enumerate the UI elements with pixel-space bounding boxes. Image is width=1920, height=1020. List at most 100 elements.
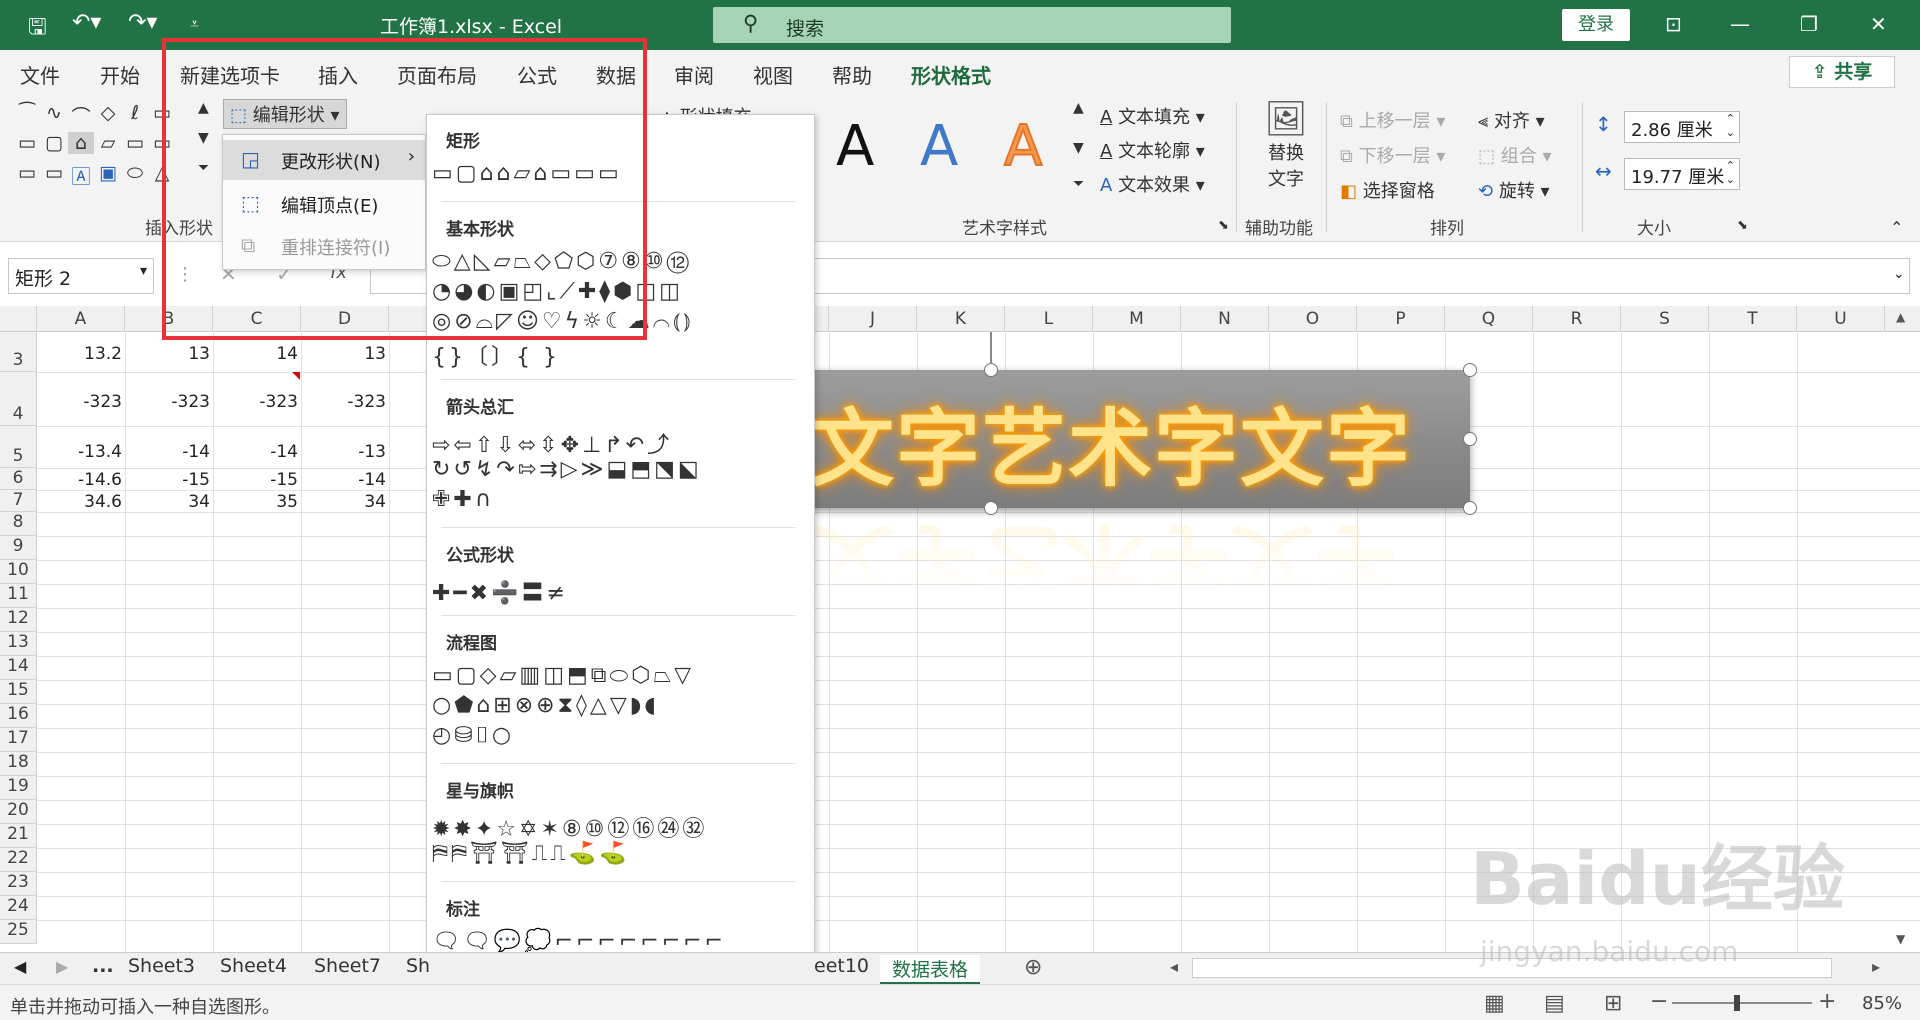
wordart-dialog-launcher-icon[interactable]: ⬊ xyxy=(1218,218,1229,233)
wordart-style-blue[interactable]: A xyxy=(920,114,958,179)
cell[interactable]: -15 xyxy=(125,470,210,490)
row-header[interactable]: 25 xyxy=(0,920,37,944)
shape-rounded-rect-icon[interactable]: ▢ xyxy=(41,132,67,154)
save-icon[interactable]: 🖫 xyxy=(28,10,47,48)
sheet-tab-active[interactable]: 数据表格 xyxy=(880,955,981,985)
align-button[interactable]: ⫷ 对齐 ▾ xyxy=(1478,107,1545,133)
column-header[interactable]: J xyxy=(829,306,917,332)
row-header[interactable]: 13 xyxy=(0,632,37,656)
bring-forward-button[interactable]: ⧉ 上移一层 ▾ xyxy=(1340,107,1445,133)
row-header[interactable]: 18 xyxy=(0,752,37,776)
zoom-slider[interactable] xyxy=(1672,1002,1812,1004)
rotate-button[interactable]: ⟲ 旋转 ▾ xyxy=(1478,177,1550,203)
hscroll-left-icon[interactable]: ◂ xyxy=(1170,957,1178,976)
shape-snip2-icon[interactable]: ▭ xyxy=(122,132,148,154)
prev-sheet-icon[interactable]: ◀ xyxy=(14,957,26,976)
collapse-ribbon-icon[interactable]: ⌃ xyxy=(1890,218,1903,237)
close-icon[interactable]: ✕ xyxy=(1870,12,1887,36)
column-header[interactable]: K xyxy=(917,306,1005,332)
cell[interactable]: 14 xyxy=(213,344,298,364)
arrow-shapes-row[interactable]: ↻↺↯↷⇰⇉▷≫⬓⬒⬔⬕ xyxy=(432,457,702,482)
height-input[interactable]: 2.86 厘米 ⌃ ⌄ xyxy=(1624,111,1740,143)
cell[interactable]: 13 xyxy=(125,344,210,364)
tab-view[interactable]: 视图 xyxy=(753,60,793,89)
name-box-dropdown-icon[interactable]: ▾ xyxy=(140,263,147,279)
sheet-tab[interactable]: Sheet4 xyxy=(220,955,287,977)
row-header[interactable]: 20 xyxy=(0,800,37,824)
zoom-slider-thumb[interactable] xyxy=(1734,995,1740,1011)
wordart-style-orange[interactable]: A xyxy=(1003,113,1043,180)
column-header[interactable]: N xyxy=(1181,306,1269,332)
tab-help[interactable]: 帮助 xyxy=(832,60,872,89)
alt-text-button[interactable]: 🖼 替换 文字 xyxy=(1254,99,1318,191)
row-header[interactable]: 14 xyxy=(0,656,37,680)
redo-icon[interactable]: ↷▾ xyxy=(128,10,157,35)
column-header[interactable]: M xyxy=(1093,306,1181,332)
sheet-tab[interactable]: Sheet7 xyxy=(314,955,381,977)
wordart-style-black[interactable]: A xyxy=(836,114,874,179)
flowchart-shapes-row[interactable]: ◴⛁⌷○ xyxy=(432,723,514,748)
row-header[interactable]: 16 xyxy=(0,704,37,728)
ribbon-display-icon[interactable]: ⊡ xyxy=(1665,12,1682,36)
resize-handle[interactable] xyxy=(1463,501,1477,515)
zoom-level[interactable]: 85% xyxy=(1862,993,1902,1014)
row-header[interactable]: 21 xyxy=(0,824,37,848)
cell[interactable]: 35 xyxy=(213,492,298,512)
scroll-down-icon[interactable]: ▼ xyxy=(1896,932,1905,946)
column-header[interactable]: T xyxy=(1709,306,1797,332)
resize-handle[interactable] xyxy=(984,363,998,377)
tab-home[interactable]: 开始 xyxy=(100,60,140,89)
sheet-tab[interactable]: eet10 xyxy=(814,955,869,977)
cell[interactable]: -13 xyxy=(301,442,386,462)
hscroll-right-icon[interactable]: ▸ xyxy=(1872,957,1880,976)
cell[interactable]: 34 xyxy=(125,492,210,512)
tab-file[interactable]: 文件 xyxy=(20,60,60,89)
callout-shapes-row[interactable]: 🗨🗨💬💭⌐⌐⌐⌐⌐⌐⌐⌐ xyxy=(432,929,726,954)
resize-handle[interactable] xyxy=(1463,432,1477,446)
send-backward-button[interactable]: ⧉ 下移一层 ▾ xyxy=(1340,142,1445,168)
shape-line-icon[interactable]: ⁀ xyxy=(14,102,40,124)
cell[interactable]: -13.4 xyxy=(37,442,122,462)
row-header[interactable]: 12 xyxy=(0,608,37,632)
column-header[interactable]: A xyxy=(37,306,125,332)
row-header[interactable]: 10 xyxy=(0,560,37,584)
cell[interactable]: 34 xyxy=(301,492,386,512)
flowchart-shapes-row[interactable]: ▭▢◇▱▥◫⬒⧉⬭⬡⏢▽ xyxy=(432,663,694,688)
basic-shapes-row[interactable]: {}〔〕{ } xyxy=(432,339,560,371)
sheet-tab-ellipsis[interactable]: ... xyxy=(92,955,114,977)
sheet-tab[interactable]: Sh xyxy=(406,955,430,977)
shape-oval-icon[interactable]: ⬭ xyxy=(122,162,148,184)
arrow-shapes-row[interactable]: ✙✚∩ xyxy=(432,487,494,512)
cell[interactable]: 13 xyxy=(301,344,386,364)
row-header[interactable]: 7 xyxy=(0,490,37,512)
column-header[interactable]: O xyxy=(1269,306,1357,332)
shape-curve-icon[interactable]: ∿ xyxy=(41,102,67,124)
cell[interactable]: 13.2 xyxy=(37,344,122,364)
wordart-more-icon[interactable]: ⏷ xyxy=(1073,176,1084,192)
text-outline-button[interactable]: A 文本轮廓 ▾ xyxy=(1100,137,1205,163)
shape-snip-rect-icon[interactable]: ⌂ xyxy=(68,132,94,154)
sheet-tab[interactable]: Sheet3 xyxy=(128,955,195,977)
width-input[interactable]: 19.77 厘米 ⌃ ⌄ xyxy=(1624,158,1740,190)
login-button[interactable]: 登录 xyxy=(1562,9,1630,41)
zoom-out-icon[interactable]: − xyxy=(1650,989,1668,1014)
height-spinner-icon[interactable]: ⌃ ⌄ xyxy=(1726,112,1735,140)
wordart-scroll-down-icon[interactable]: ▼ xyxy=(1073,140,1084,156)
zoom-in-icon[interactable]: + xyxy=(1818,989,1836,1014)
row-header[interactable]: 17 xyxy=(0,728,37,752)
shape-vertical-textbox-icon[interactable]: ▣ xyxy=(95,162,121,184)
cell[interactable]: -14 xyxy=(125,442,210,462)
next-sheet-icon[interactable]: ▶ xyxy=(56,957,68,976)
search-box[interactable]: ⚲ 搜索 xyxy=(713,7,1231,43)
shape-scribble-icon[interactable]: ℓ xyxy=(122,102,148,124)
tab-review[interactable]: 审阅 xyxy=(674,60,714,89)
shape-snip-icon[interactable]: ▱ xyxy=(95,132,121,154)
shape-rect-icon[interactable]: ▭ xyxy=(14,132,40,154)
customize-qat-icon[interactable]: ⩡ xyxy=(190,14,199,34)
shape-arc-icon[interactable]: ⌒ xyxy=(68,102,94,129)
wordart-text[interactable]: 文字艺术字文字 xyxy=(810,382,1412,503)
resize-handle[interactable] xyxy=(1463,363,1477,377)
normal-view-icon[interactable]: ▦ xyxy=(1484,991,1505,1016)
row-header[interactable]: 24 xyxy=(0,896,37,920)
cell[interactable]: -323 xyxy=(213,392,298,412)
